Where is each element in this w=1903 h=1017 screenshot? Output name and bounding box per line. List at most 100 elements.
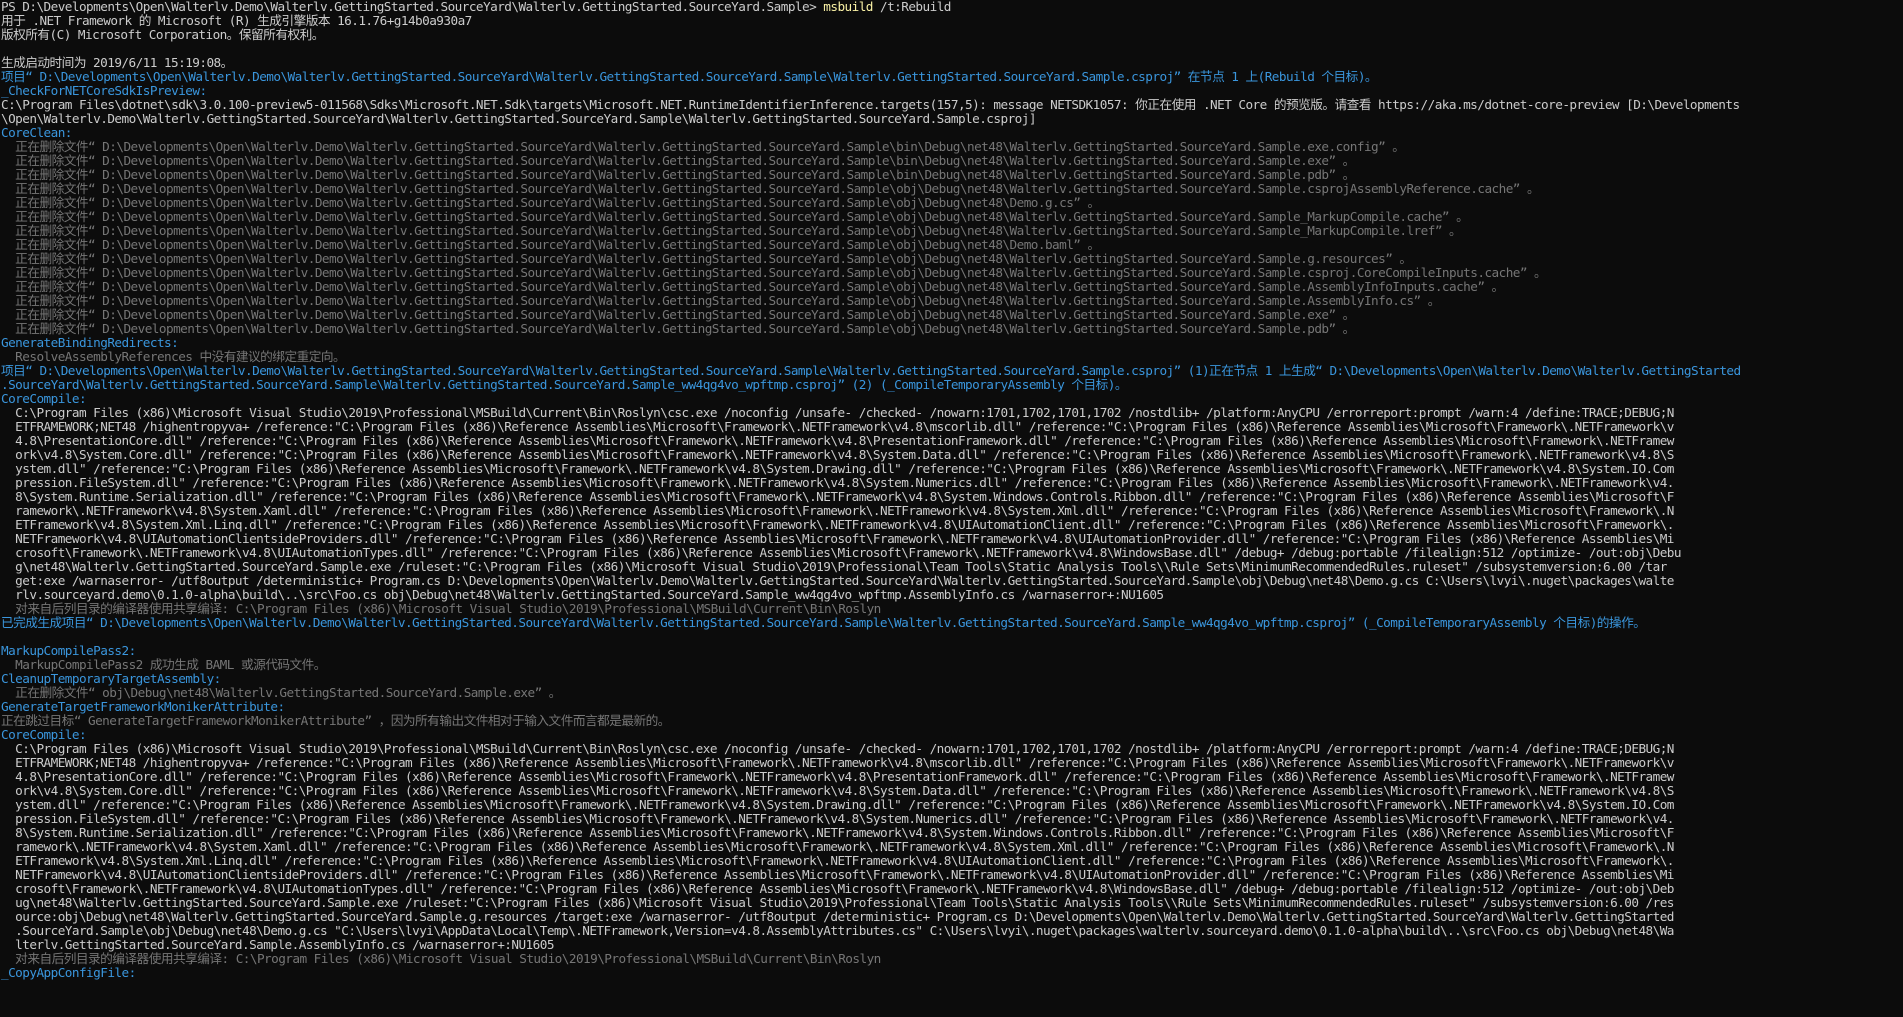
console-text: CoreCompile: <box>1 728 87 742</box>
console-text: 正在删除文件“ obj\Debug\net48\Walterlv.Getting… <box>1 686 561 700</box>
console-line: pression.FileSystem.dll" /reference:"C:\… <box>1 476 1903 490</box>
console-line: 版权所有(C) Microsoft Corporation。保留所有权利。 <box>1 28 1903 42</box>
console-line: 正在删除文件“ D:\Developments\Open\Walterlv.De… <box>1 154 1903 168</box>
console-line: 项目“ D:\Developments\Open\Walterlv.Demo\W… <box>1 70 1903 84</box>
console-text: 用于 .NET Framework 的 Microsoft (R) 生成引擎版本… <box>1 14 472 28</box>
console-line: 正在删除文件“ obj\Debug\net48\Walterlv.Getting… <box>1 686 1903 700</box>
console-line: ETFramework\v4.8\System.Xml.Linq.dll" /r… <box>1 518 1903 532</box>
console-line: .SourceYard\Walterlv.GettingStarted.Sour… <box>1 378 1903 392</box>
console-text: 8\System.Runtime.Serialization.dll" /ref… <box>1 826 1674 840</box>
console-text: GenerateTargetFrameworkMonikerAttribute: <box>1 700 285 714</box>
console-output: PS D:\Developments\Open\Walterlv.Demo\Wa… <box>1 0 1903 980</box>
console-text: 已完成生成项目“ D:\Developments\Open\Walterlv.D… <box>1 616 1646 630</box>
console-line: ETFRAMEWORK;NET48 /highentropyva+ /refer… <box>1 756 1903 770</box>
console-text: ramework\.NETFramework\v4.8\System.Xaml.… <box>1 504 1674 518</box>
console-text: ystem.dll" /reference:"C:\Program Files … <box>1 798 1674 812</box>
console-text: NETFramework\v4.8\UIAutomationClientside… <box>1 532 1674 546</box>
console-text: 正在删除文件“ D:\Developments\Open\Walterlv.De… <box>1 182 1540 196</box>
console-text: NETFramework\v4.8\UIAutomationClientside… <box>1 868 1674 882</box>
console-text: CleanupTemporaryTargetAssembly: <box>1 672 221 686</box>
console-line: crosoft\Framework\.NETFramework\v4.8\UIA… <box>1 882 1903 896</box>
console-line: ETFRAMEWORK;NET48 /highentropyva+ /refer… <box>1 420 1903 434</box>
console-text: msbuild <box>823 0 873 14</box>
console-line: 用于 .NET Framework 的 Microsoft (R) 生成引擎版本… <box>1 14 1903 28</box>
console-line: ystem.dll" /reference:"C:\Program Files … <box>1 798 1903 812</box>
console-line: 正在跳过目标“ GenerateTargetFrameworkMonikerAt… <box>1 714 1903 728</box>
console-text: ork\v4.8\System.Core.dll" /reference:"C:… <box>1 784 1674 798</box>
console-line: C:\Program Files\dotnet\sdk\3.0.100-prev… <box>1 98 1903 112</box>
console-text: ug\net48\Walterlv.GettingStarted.SourceY… <box>1 896 1674 910</box>
console-text: rlv.sourceyard.demo\0.1.0-alpha\build\..… <box>1 588 1164 602</box>
console-line: 正在删除文件“ D:\Developments\Open\Walterlv.De… <box>1 266 1903 280</box>
console-line: 正在删除文件“ D:\Developments\Open\Walterlv.De… <box>1 224 1903 238</box>
console-line: _CheckForNETCoreSdkIsPreview: <box>1 84 1903 98</box>
console-text: 版权所有(C) Microsoft Corporation。保留所有权利。 <box>1 28 324 42</box>
console-text: _CopyAppConfigFile: <box>1 966 136 980</box>
console-text: 正在删除文件“ D:\Developments\Open\Walterlv.De… <box>1 308 1355 322</box>
console-line: lterlv.GettingStarted.SourceYard.Sample.… <box>1 938 1903 952</box>
console-line: pression.FileSystem.dll" /reference:"C:\… <box>1 812 1903 826</box>
console-text: crosoft\Framework\.NETFramework\v4.8\UIA… <box>1 546 1681 560</box>
console-line: CleanupTemporaryTargetAssembly: <box>1 672 1903 686</box>
console-text: 正在跳过目标“ GenerateTargetFrameworkMonikerAt… <box>1 714 670 728</box>
console-text: get:exe /warnaserror- /utf8output /deter… <box>1 574 1674 588</box>
console-text: .SourceYard\Walterlv.GettingStarted.Sour… <box>1 378 1128 392</box>
console-text: ource:obj\Debug\net48\Walterlv.GettingSt… <box>1 910 1674 924</box>
console-line: rlv.sourceyard.demo\0.1.0-alpha\build\..… <box>1 588 1903 602</box>
console-text: 正在删除文件“ D:\Developments\Open\Walterlv.De… <box>1 322 1355 336</box>
console-line: ork\v4.8\System.Core.dll" /reference:"C:… <box>1 448 1903 462</box>
console-text: ETFRAMEWORK;NET48 /highentropyva+ /refer… <box>1 420 1674 434</box>
console-text: ResolveAssemblyReferences 中没有建议的绑定重定向。 <box>1 350 346 364</box>
console-text: ETFramework\v4.8\System.Xml.Linq.dll" /r… <box>1 854 1674 868</box>
console-line: 正在删除文件“ D:\Developments\Open\Walterlv.De… <box>1 322 1903 336</box>
console-line: g\net48\Walterlv.GettingStarted.SourceYa… <box>1 560 1903 574</box>
console-line: 生成启动时间为 2019/6/11 15:19:08。 <box>1 56 1903 70</box>
console-text: 8\System.Runtime.Serialization.dll" /ref… <box>1 490 1674 504</box>
console-line: \Open\Walterlv.Demo\Walterlv.GettingStar… <box>1 112 1903 126</box>
console-text: ETFramework\v4.8\System.Xml.Linq.dll" /r… <box>1 518 1674 532</box>
console-line: 4.8\PresentationCore.dll" /reference:"C:… <box>1 434 1903 448</box>
console-text: pression.FileSystem.dll" /reference:"C:\… <box>1 812 1674 826</box>
console-text: 正在删除文件“ D:\Developments\Open\Walterlv.De… <box>1 294 1440 308</box>
console-text: pression.FileSystem.dll" /reference:"C:\… <box>1 476 1674 490</box>
terminal-window[interactable]: PS D:\Developments\Open\Walterlv.Demo\Wa… <box>0 0 1903 1017</box>
console-text: 正在删除文件“ D:\Developments\Open\Walterlv.De… <box>1 196 1100 210</box>
console-text: _CheckForNETCoreSdkIsPreview: <box>1 84 207 98</box>
console-line: 正在删除文件“ D:\Developments\Open\Walterlv.De… <box>1 252 1903 266</box>
console-text: ork\v4.8\System.Core.dll" /reference:"C:… <box>1 448 1674 462</box>
console-line: ramework\.NETFramework\v4.8\System.Xaml.… <box>1 504 1903 518</box>
console-text: 正在删除文件“ D:\Developments\Open\Walterlv.De… <box>1 266 1547 280</box>
console-line: 正在删除文件“ D:\Developments\Open\Walterlv.De… <box>1 182 1903 196</box>
console-text: ETFRAMEWORK;NET48 /highentropyva+ /refer… <box>1 756 1674 770</box>
console-line: MarkupCompilePass2: <box>1 644 1903 658</box>
console-line: 正在删除文件“ D:\Developments\Open\Walterlv.De… <box>1 308 1903 322</box>
console-line: _CopyAppConfigFile: <box>1 966 1903 980</box>
console-line: .SourceYard.Sample\obj\Debug\net48\Demo.… <box>1 924 1903 938</box>
console-text: 4.8\PresentationCore.dll" /reference:"C:… <box>1 434 1674 448</box>
console-line: 正在删除文件“ D:\Developments\Open\Walterlv.De… <box>1 168 1903 182</box>
console-text: /t:Rebuild <box>872 0 951 14</box>
console-line: MarkupCompilePass2 成功生成 BAML 或源代码文件。 <box>1 658 1903 672</box>
console-line: 正在删除文件“ D:\Developments\Open\Walterlv.De… <box>1 196 1903 210</box>
console-line: PS D:\Developments\Open\Walterlv.Demo\Wa… <box>1 0 1903 14</box>
console-line: 项目“ D:\Developments\Open\Walterlv.Demo\W… <box>1 364 1903 378</box>
console-text: C:\Program Files\dotnet\sdk\3.0.100-prev… <box>1 98 1740 112</box>
console-line: 对来自后列目录的编译器使用共享编译: C:\Program Files (x86… <box>1 952 1903 966</box>
console-line: crosoft\Framework\.NETFramework\v4.8\UIA… <box>1 546 1903 560</box>
console-text: PS D:\Developments\Open\Walterlv.Demo\Wa… <box>1 0 824 14</box>
console-line: 正在删除文件“ D:\Developments\Open\Walterlv.De… <box>1 280 1903 294</box>
console-text: 项目“ D:\Developments\Open\Walterlv.Demo\W… <box>1 364 1741 378</box>
console-text: .SourceYard.Sample\obj\Debug\net48\Demo.… <box>1 924 1674 938</box>
console-text: 生成启动时间为 2019/6/11 15:19:08。 <box>1 56 233 70</box>
console-text: 对来自后列目录的编译器使用共享编译: C:\Program Files (x86… <box>1 602 881 616</box>
console-line: ystem.dll" /reference:"C:\Program Files … <box>1 462 1903 476</box>
console-text: ramework\.NETFramework\v4.8\System.Xaml.… <box>1 840 1674 854</box>
console-text: C:\Program Files (x86)\Microsoft Visual … <box>1 406 1674 420</box>
console-line: 4.8\PresentationCore.dll" /reference:"C:… <box>1 770 1903 784</box>
console-line: ork\v4.8\System.Core.dll" /reference:"C:… <box>1 784 1903 798</box>
console-text: crosoft\Framework\.NETFramework\v4.8\UIA… <box>1 882 1674 896</box>
console-line: GenerateBindingRedirects: <box>1 336 1903 350</box>
console-text: 正在删除文件“ D:\Developments\Open\Walterlv.De… <box>1 238 1100 252</box>
